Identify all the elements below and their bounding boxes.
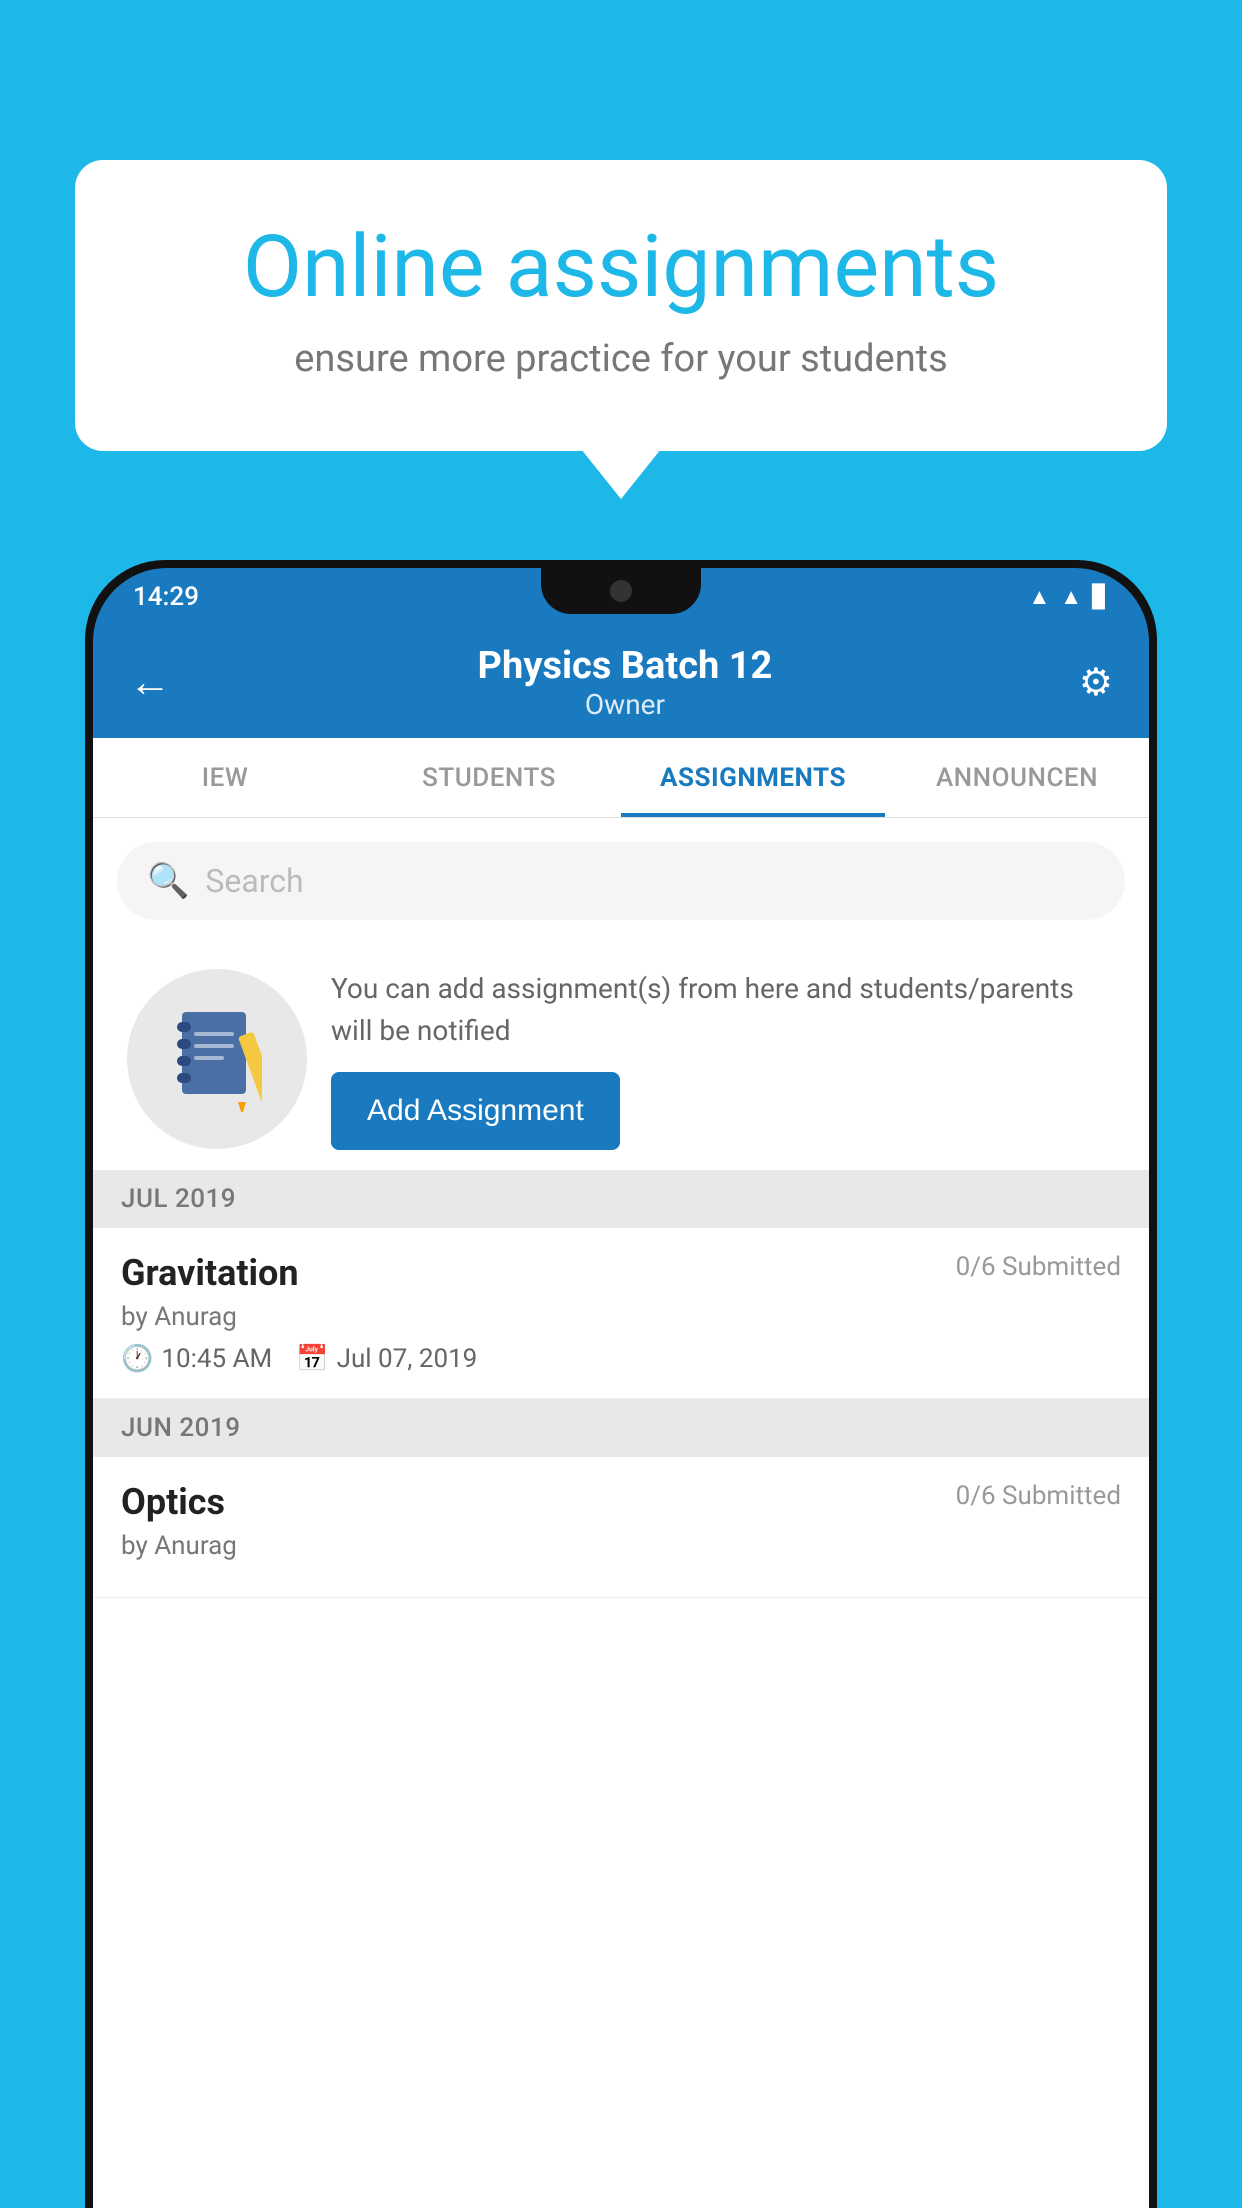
speech-bubble-container: Online assignments ensure more practice … [75,160,1167,451]
status-time: 14:29 [133,582,199,612]
tab-announcements[interactable]: ANNOUNCEN [885,738,1149,817]
phone-notch [541,568,701,614]
section-header-jul: JUL 2019 [93,1170,1149,1228]
batch-title: Physics Batch 12 [478,644,773,688]
wifi-icon: ▲ [1029,584,1051,610]
tab-students[interactable]: STUDENTS [357,738,621,817]
bubble-title: Online assignments [145,220,1097,315]
promo-description: You can add assignment(s) from here and … [331,968,1115,1052]
assignment-gravitation[interactable]: Gravitation 0/6 Submitted by Anurag 🕐 10… [93,1228,1149,1399]
assignment-submitted-optics: 0/6 Submitted [956,1481,1121,1511]
calendar-icon: 📅 [296,1344,328,1374]
assignment-submitted-gravitation: 0/6 Submitted [956,1252,1121,1282]
screen-content: 🔍 Search [93,818,1149,2208]
camera [610,580,632,602]
date-value: Jul 07, 2019 [337,1344,478,1374]
batch-role: Owner [478,688,773,721]
search-bar[interactable]: 🔍 Search [117,842,1125,920]
assignment-author-optics: by Anurag [121,1531,1121,1561]
signal-icon: ▲ [1060,584,1082,610]
tabs-bar: IEW STUDENTS ASSIGNMENTS ANNOUNCEN [93,738,1149,818]
promo-text-area: You can add assignment(s) from here and … [331,968,1115,1150]
search-icon: 🔍 [147,861,189,901]
promo-icon-circle [127,969,307,1149]
app-header: ← Physics Batch 12 Owner ⚙ [93,626,1149,738]
assignment-date: 📅 Jul 07, 2019 [296,1344,477,1374]
battery-icon: ▊ [1092,585,1109,610]
phone-inner: 14:29 ▲ ▲ ▊ ← Physics Batch 12 Owner ⚙ I… [93,568,1149,2208]
add-assignment-button[interactable]: Add Assignment [331,1072,620,1150]
assignment-name-optics: Optics [121,1481,225,1523]
assignment-name-gravitation: Gravitation [121,1252,299,1294]
assignment-row1-optics: Optics 0/6 Submitted [121,1481,1121,1523]
phone-frame: 14:29 ▲ ▲ ▊ ← Physics Batch 12 Owner ⚙ I… [85,560,1157,2208]
assignment-optics[interactable]: Optics 0/6 Submitted by Anurag [93,1457,1149,1598]
assignment-meta-gravitation: 🕐 10:45 AM 📅 Jul 07, 2019 [121,1344,1121,1374]
speech-bubble: Online assignments ensure more practice … [75,160,1167,451]
assignment-row1: Gravitation 0/6 Submitted [121,1252,1121,1294]
assignment-time: 🕐 10:45 AM [121,1344,272,1374]
bubble-subtitle: ensure more practice for your students [145,337,1097,381]
tab-assignments[interactable]: ASSIGNMENTS [621,738,885,817]
notebook-icon [172,1007,262,1112]
time-value: 10:45 AM [161,1344,272,1374]
tab-iew[interactable]: IEW [93,738,357,817]
search-placeholder: Search [205,862,303,900]
back-button[interactable]: ← [129,658,171,707]
settings-button[interactable]: ⚙ [1079,660,1113,705]
assignment-author-gravitation: by Anurag [121,1302,1121,1332]
promo-card: You can add assignment(s) from here and … [117,948,1125,1170]
header-center: Physics Batch 12 Owner [478,644,773,721]
status-icons: ▲ ▲ ▊ [1029,584,1109,610]
clock-icon: 🕐 [121,1344,153,1374]
section-header-jun: JUN 2019 [93,1399,1149,1457]
